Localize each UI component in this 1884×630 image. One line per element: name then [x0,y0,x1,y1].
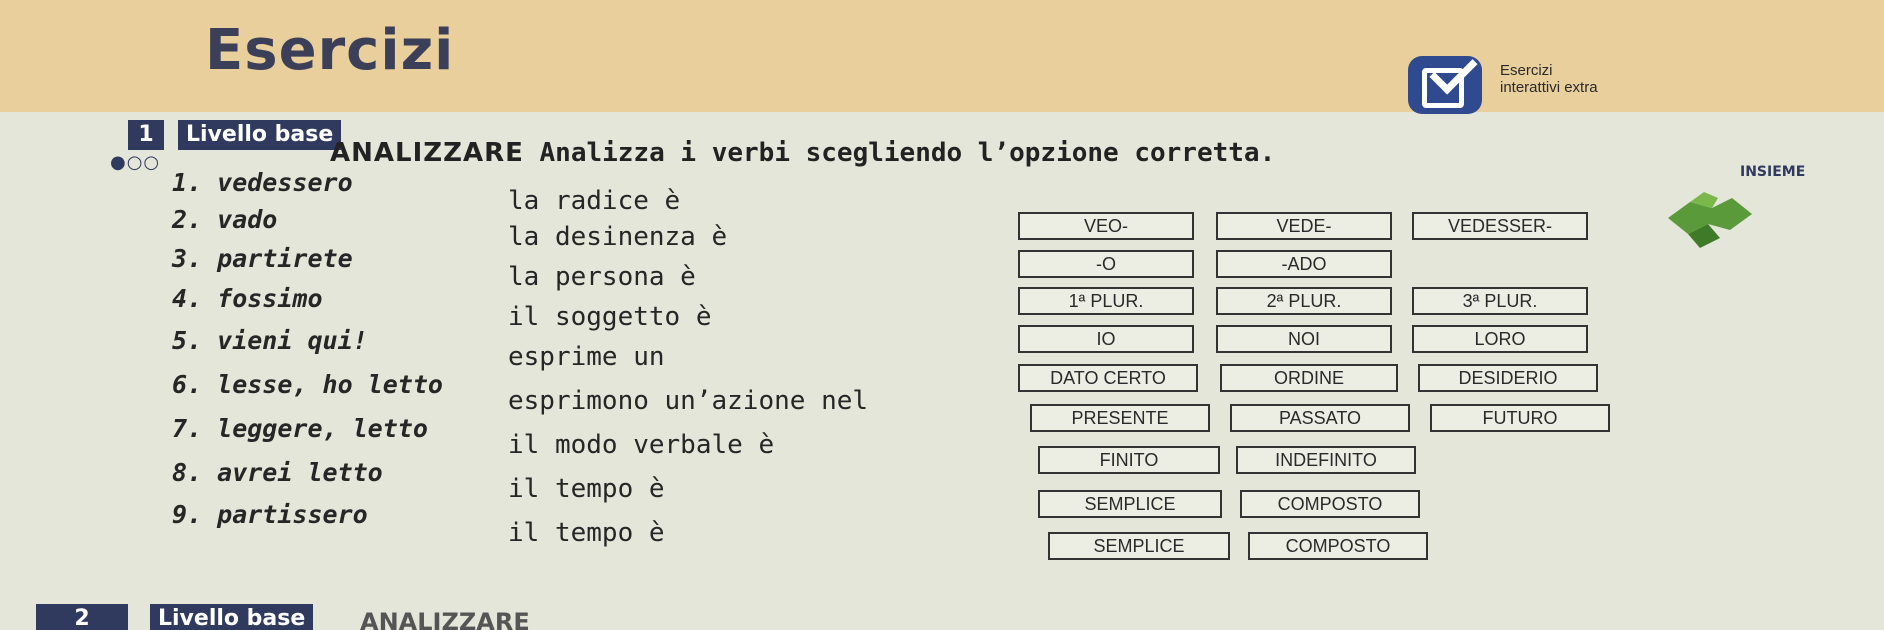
verb-item: 8. avrei letto [172,458,383,487]
option-box[interactable]: INDEFINITO [1236,446,1416,474]
prompt-text: la radice è [508,186,681,216]
exercise-level-badge: Livello base [178,120,342,150]
next-exercise-level-badge: Livello base [150,604,314,630]
option-box[interactable]: COMPOSTO [1240,490,1420,518]
corner-label: INSIEME [1740,164,1806,180]
next-exercise-number: 2 [36,604,128,630]
verb-item: 2. vado [172,205,278,234]
option-box[interactable]: -ADO [1216,250,1392,278]
prompt-text: il modo verbale è [508,430,775,460]
verb-item: 9. partissero [172,500,368,529]
option-box[interactable]: VEO- [1018,212,1194,240]
option-box[interactable]: PRESENTE [1030,404,1210,432]
prompt-text: esprimono un’azione nel [508,386,869,416]
prompt-text: il soggetto è [508,302,712,332]
prompt-text: la desinenza è [508,222,728,252]
textbook-page: Esercizi Esercizi interattivi extra 1 ●○… [0,0,1884,630]
option-box[interactable]: 3ª PLUR. [1412,287,1588,315]
next-exercise-instruction: ANALIZZARE [360,608,530,630]
exercise-instruction: ANALIZZARE Analizza i verbi scegliendo l… [330,138,1275,168]
option-box[interactable]: 1ª PLUR. [1018,287,1194,315]
page-title: Esercizi [205,18,455,83]
option-box[interactable]: IO [1018,325,1194,353]
option-box[interactable]: SEMPLICE [1038,490,1222,518]
prompt-text: il tempo è [508,518,665,548]
option-box[interactable]: VEDE- [1216,212,1392,240]
option-box[interactable]: DESIDERIO [1418,364,1598,392]
verb-item: 3. partirete [172,244,353,273]
difficulty-dots-icon: ●○○ [110,152,161,173]
handshake-icon [1668,192,1752,248]
interactive-exercises-label: Esercizi interattivi extra [1500,62,1598,96]
verb-item: 4. fossimo [172,284,323,313]
extra-label-line1: Esercizi [1500,62,1553,79]
exercise-number: 1 [128,120,164,150]
option-box[interactable]: VEDESSER- [1412,212,1588,240]
option-box[interactable]: COMPOSTO [1248,532,1428,560]
extra-label-line2: interattivi extra [1500,79,1598,96]
option-box[interactable]: -O [1018,250,1194,278]
option-box[interactable]: LORO [1412,325,1588,353]
prompt-text: esprime un [508,342,665,372]
verb-item: 1. vedessero [172,168,353,197]
verb-item: 5. vieni qui! [172,326,368,355]
verb-item: 6. lesse, ho letto [172,370,443,399]
instruction-text: Analizza i verbi scegliendo l’opzione co… [539,138,1276,168]
instruction-caps: ANALIZZARE [330,138,524,168]
option-box[interactable]: DATO CERTO [1018,364,1198,392]
verb-item: 7. leggere, letto [172,414,428,443]
option-box[interactable]: NOI [1216,325,1392,353]
option-box[interactable]: FINITO [1038,446,1220,474]
option-box[interactable]: FUTURO [1430,404,1610,432]
prompt-text: il tempo è [508,474,665,504]
prompt-text: la persona è [508,262,696,292]
option-box[interactable]: PASSATO [1230,404,1410,432]
option-box[interactable]: SEMPLICE [1048,532,1230,560]
option-box[interactable]: ORDINE [1220,364,1398,392]
interactive-exercises-icon[interactable] [1408,46,1482,114]
option-box[interactable]: 2ª PLUR. [1216,287,1392,315]
